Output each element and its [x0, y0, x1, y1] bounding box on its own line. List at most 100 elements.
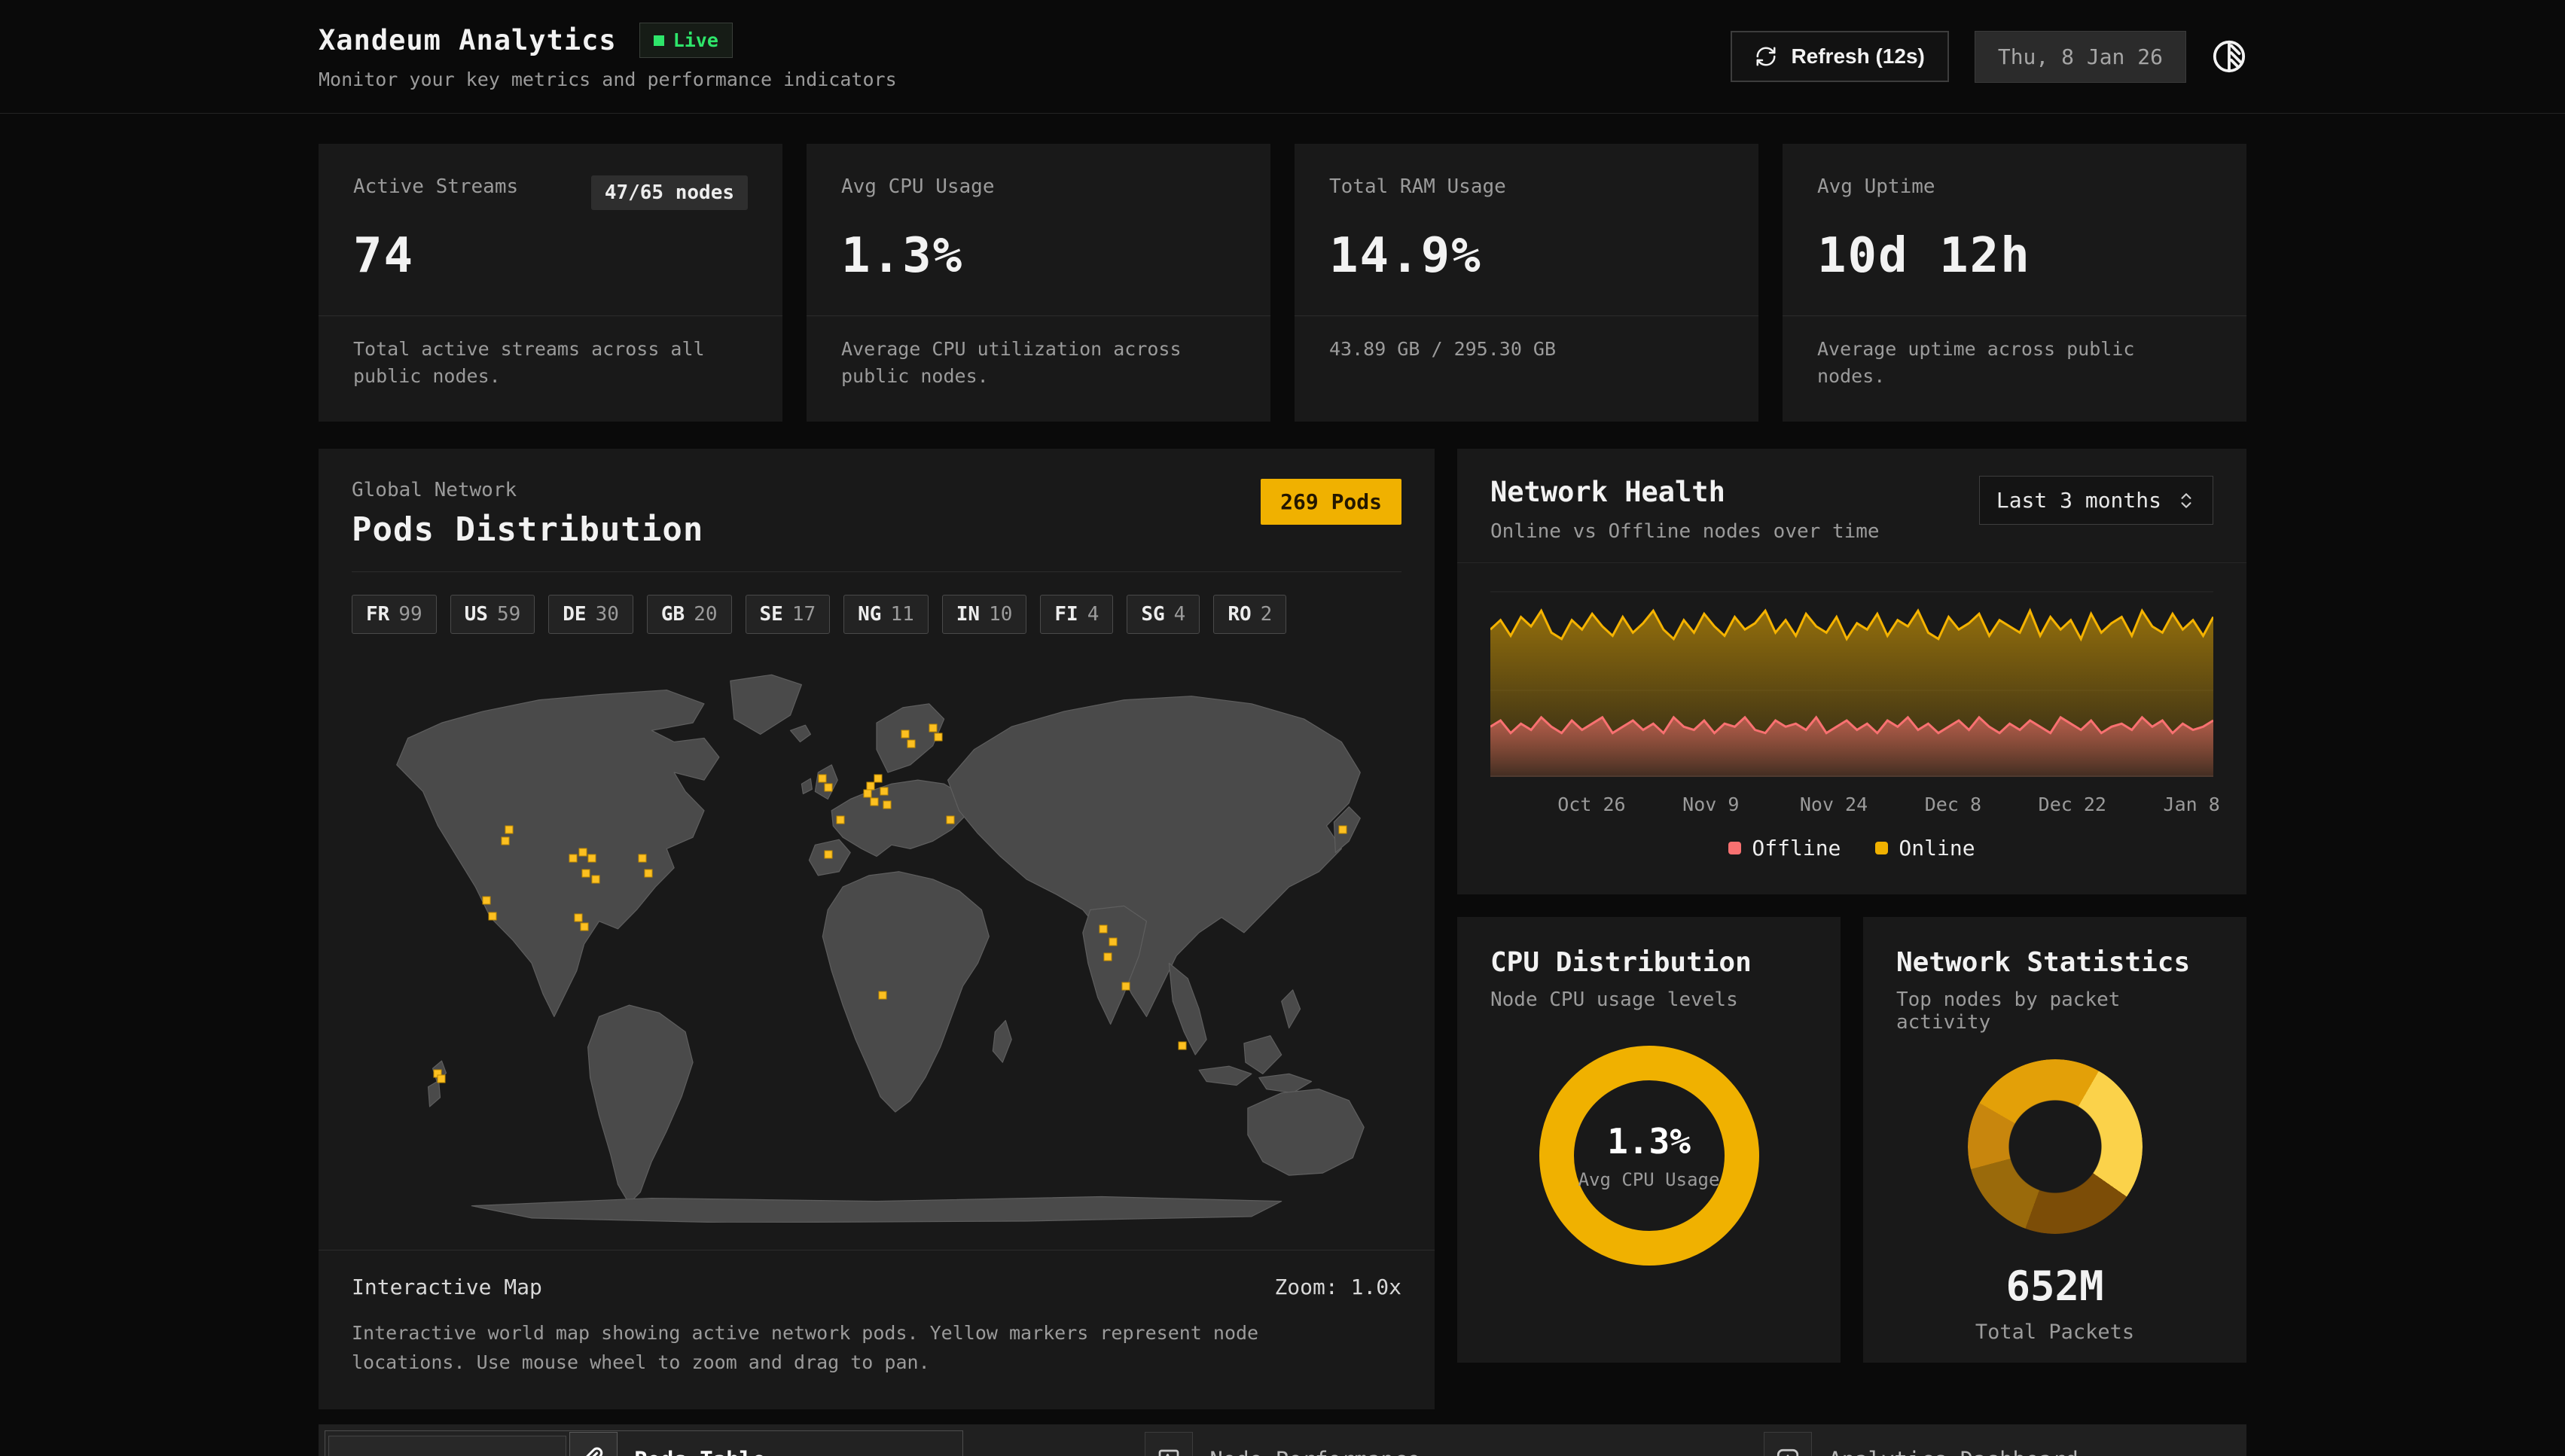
stats-row: Active Streams 47/65 nodes 74 Total acti… [319, 144, 2246, 422]
pod-marker[interactable] [489, 912, 497, 920]
stat-value: 10d 12h [1817, 228, 2212, 284]
tab-label: Node Performance [1209, 1447, 1420, 1456]
live-label: Live [673, 29, 718, 51]
nh-head-left: Network Health Online vs Offline nodes o… [1490, 476, 1880, 543]
pod-marker[interactable] [1099, 924, 1107, 933]
legend-label: Online [1899, 836, 1975, 861]
stat-value: 1.3% [841, 228, 1236, 284]
tab-label: Analytics Dashboard [1828, 1447, 2079, 1456]
country-count: 2 [1261, 603, 1273, 626]
pod-marker[interactable] [1103, 953, 1112, 961]
pod-marker[interactable] [578, 848, 587, 857]
refresh-button[interactable]: Refresh (12s) [1731, 31, 1948, 82]
pod-marker[interactable] [580, 922, 588, 931]
chart-legend: Offline Online [1457, 836, 2246, 861]
tab-pods-table[interactable]: Pods Table [325, 1430, 963, 1456]
country-code: FR [366, 603, 389, 626]
network-statistics-card: Network Statistics Top nodes by packet a… [1863, 917, 2246, 1363]
country-code: FI [1054, 603, 1078, 626]
tab-node-performance[interactable]: Node Performance [963, 1430, 1602, 1456]
world-map[interactable] [352, 658, 1401, 1223]
world-map-svg [352, 658, 1401, 1223]
country-code: SG [1141, 603, 1164, 626]
country-count: 4 [1174, 603, 1186, 626]
map-head-left: Global Network Pods Distribution [352, 479, 703, 549]
country-code: RO [1228, 603, 1251, 626]
country-badge-ro[interactable]: RO 2 [1213, 595, 1286, 634]
stat-value: 74 [353, 228, 748, 284]
pod-marker[interactable] [574, 913, 582, 921]
pod-marker[interactable] [874, 775, 882, 783]
pod-marker[interactable] [645, 869, 653, 877]
time-range-select[interactable]: Last 3 months [1979, 476, 2213, 525]
country-count: 20 [694, 603, 717, 626]
country-badge-fi[interactable]: FI4 [1040, 595, 1113, 634]
nodes-badge: 47/65 nodes [591, 175, 748, 210]
pod-marker[interactable] [880, 787, 888, 796]
cpu-center-value: 1.3% [1607, 1121, 1691, 1162]
pod-marker[interactable] [1121, 982, 1130, 990]
x-axis-tick: Oct 26 [1557, 793, 1625, 815]
country-badge-us[interactable]: US59 [450, 595, 535, 634]
stat-label: Avg CPU Usage [841, 175, 995, 198]
pod-marker[interactable] [591, 875, 599, 883]
country-count: 11 [890, 603, 913, 626]
stat-label: Total RAM Usage [1329, 175, 1506, 198]
country-badge-gb[interactable]: GB20 [647, 595, 732, 634]
country-badge-sg[interactable]: SG 4 [1127, 595, 1200, 634]
pod-marker[interactable] [438, 1075, 446, 1083]
pod-marker[interactable] [825, 851, 833, 859]
x-axis-tick: Dec 22 [2039, 793, 2106, 815]
interactive-map-label: Interactive Map [352, 1275, 542, 1299]
tab-analytics-dashboard[interactable]: Analytics Dashboard [1602, 1430, 2240, 1456]
country-badge-in[interactable]: IN10 [942, 595, 1027, 634]
pod-marker[interactable] [1339, 826, 1347, 834]
country-code: DE [563, 603, 586, 626]
pod-marker[interactable] [483, 897, 491, 905]
tab-filter-input[interactable] [328, 1436, 566, 1456]
pod-marker[interactable] [1109, 938, 1117, 946]
pod-marker[interactable] [837, 815, 845, 824]
country-badge-ng[interactable]: NG11 [843, 595, 929, 634]
pod-marker[interactable] [907, 739, 915, 748]
stat-card-avg-cpu: Avg CPU Usage 1.3% Average CPU utilizati… [807, 144, 1270, 422]
country-badge-fr[interactable]: FR99 [352, 595, 437, 634]
legend-item-offline: Offline [1728, 836, 1841, 861]
country-code: SE [760, 603, 783, 626]
country-badge-se[interactable]: SE17 [746, 595, 831, 634]
pod-marker[interactable] [901, 730, 909, 739]
live-badge: Live [639, 23, 733, 58]
stat-description: Total active streams across all public n… [319, 316, 782, 422]
pod-marker[interactable] [569, 854, 577, 862]
theme-toggle-icon[interactable] [2212, 39, 2246, 74]
pod-marker[interactable] [934, 733, 942, 742]
pod-marker[interactable] [929, 724, 937, 733]
pod-marker[interactable] [502, 837, 510, 845]
time-range-value: Last 3 months [1996, 488, 2161, 513]
chevrons-up-down-icon [2176, 491, 2196, 510]
cpu-donut-chart[interactable]: 1.3% Avg CPU Usage [1539, 1046, 1759, 1266]
pod-marker[interactable] [946, 815, 954, 824]
pod-marker[interactable] [871, 797, 879, 806]
total-packets-value: 652M [1896, 1263, 2213, 1310]
pod-marker[interactable] [587, 854, 596, 862]
pod-marker[interactable] [505, 826, 514, 834]
legend-label: Offline [1752, 836, 1841, 861]
pod-marker[interactable] [883, 800, 891, 809]
pod-marker[interactable] [864, 790, 872, 798]
pod-marker[interactable] [878, 991, 886, 999]
country-badge-de[interactable]: DE30 [548, 595, 633, 634]
pod-marker[interactable] [819, 775, 827, 783]
page-subtitle: Monitor your key metrics and performance… [319, 69, 897, 90]
map-description: Interactive world map showing active net… [352, 1319, 1331, 1378]
total-packets-label: Total Packets [1896, 1320, 2213, 1344]
x-axis-tick: Nov 9 [1682, 793, 1739, 815]
packets-donut-chart[interactable] [1968, 1059, 2143, 1234]
pod-marker[interactable] [1179, 1041, 1187, 1049]
pod-marker[interactable] [639, 854, 647, 862]
legend-swatch-icon [1728, 842, 1741, 854]
pod-marker[interactable] [825, 784, 833, 792]
pod-marker[interactable] [581, 869, 590, 877]
network-health-chart[interactable] [1457, 563, 2246, 777]
network-health-card: Network Health Online vs Offline nodes o… [1457, 449, 2246, 894]
